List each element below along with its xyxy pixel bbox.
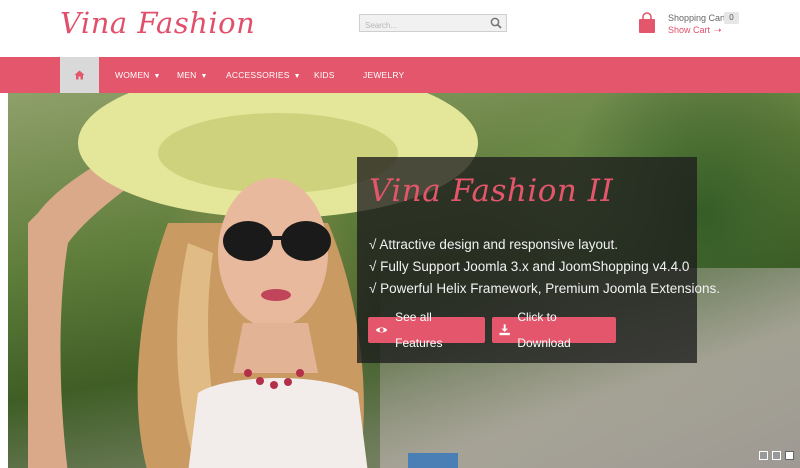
show-cart-label: Show Cart bbox=[668, 25, 711, 35]
caret-down-icon: ▼ bbox=[200, 73, 208, 80]
see-all-features-button[interactable]: See all Features bbox=[368, 310, 485, 350]
search-icon[interactable] bbox=[490, 17, 502, 29]
feature-item: √ Attractive design and responsive layou… bbox=[369, 237, 619, 252]
click-to-download-button[interactable]: Click to Download bbox=[492, 310, 616, 350]
nav-item-label: MEN bbox=[177, 70, 197, 80]
nav-item-men[interactable]: MEN ▼ bbox=[177, 57, 208, 93]
feature-item: √ Fully Support Joomla 3.x and JoomShopp… bbox=[369, 259, 690, 274]
nav-item-label: ACCESSORIES bbox=[226, 70, 290, 80]
show-cart-link[interactable]: Show Cart ➝ bbox=[668, 25, 722, 36]
nav-item-women[interactable]: WOMEN ▼ bbox=[115, 57, 161, 93]
site-logo[interactable]: Vina Fashion bbox=[60, 6, 255, 40]
hero-caption: Vina Fashion II √ Attractive design and … bbox=[357, 157, 720, 363]
slider-dot-3[interactable] bbox=[785, 451, 794, 460]
hero-slider: Vina Fashion II √ Attractive design and … bbox=[8, 93, 800, 468]
slider-pagination bbox=[759, 451, 794, 460]
hero-title: Vina Fashion II bbox=[369, 173, 614, 209]
nav-item-kids[interactable]: KIDS bbox=[314, 57, 335, 93]
eye-icon bbox=[375, 327, 388, 333]
click-to-download-label: Click to Download bbox=[517, 310, 571, 350]
feature-item: √ Powerful Helix Framework, Premium Joom… bbox=[369, 281, 721, 296]
cart-count-badge: 0 bbox=[724, 12, 739, 24]
feature-list: √ Attractive design and responsive layou… bbox=[369, 234, 720, 300]
slider-dot-2[interactable] bbox=[772, 451, 781, 460]
site-header: Vina Fashion Shopping Cart 0 Show Cart➝ bbox=[0, 0, 800, 57]
home-icon bbox=[74, 70, 85, 80]
nav-item-jewelry[interactable]: JEWELRY bbox=[363, 57, 404, 93]
nav-item-label: JEWELRY bbox=[363, 70, 405, 80]
caret-down-icon: ▼ bbox=[293, 73, 301, 80]
main-nav: WOMEN ▼ MEN ▼ ACCESSORIES ▼ KIDS JEWELRY bbox=[0, 57, 800, 93]
search-input[interactable] bbox=[360, 17, 480, 34]
shopping-bag-icon[interactable] bbox=[638, 12, 656, 34]
download-icon bbox=[499, 324, 510, 336]
search-box[interactable] bbox=[359, 14, 507, 34]
nav-item-accessories[interactable]: ACCESSORIES ▼ bbox=[226, 57, 301, 93]
slider-dot-1[interactable] bbox=[759, 451, 768, 460]
cart-title: Shopping Cart bbox=[668, 13, 726, 23]
nav-item-label: KIDS bbox=[314, 70, 335, 80]
arrow-right-icon: ➝ bbox=[714, 25, 722, 35]
caret-down-icon: ▼ bbox=[153, 73, 161, 80]
nav-home-button[interactable] bbox=[60, 57, 99, 93]
nav-item-label: WOMEN bbox=[115, 70, 150, 80]
see-all-features-label: See all Features bbox=[395, 310, 443, 350]
